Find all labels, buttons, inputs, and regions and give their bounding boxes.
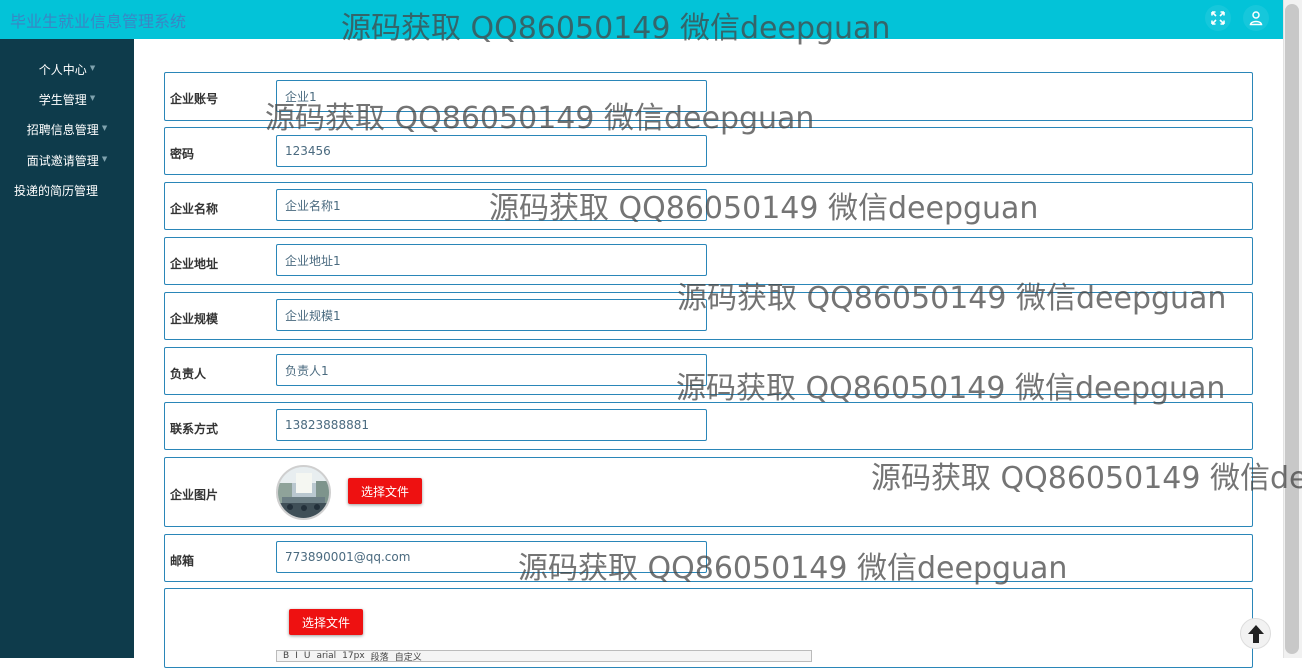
company-image-preview[interactable] bbox=[276, 465, 331, 520]
company-scale-input[interactable]: 企业规模1 bbox=[276, 299, 707, 331]
field-label: 联系方式 bbox=[170, 422, 219, 436]
form-row-company-image: 企业图片 选择文件 bbox=[164, 457, 1253, 527]
form-row-account: 企业账号 企业1 bbox=[164, 72, 1253, 121]
sidebar: 个人中心 ▼ 学生管理 ▼ 招聘信息管理 ▼ 面试邀请管理 ▼ 投递的简历管理 bbox=[0, 39, 134, 658]
caret-down-icon: ▼ bbox=[89, 63, 96, 72]
company-image-file-button[interactable]: 选择文件 bbox=[348, 478, 422, 504]
top-bar: 毕业生就业信息管理系统 bbox=[0, 0, 1283, 39]
caret-down-icon: ▼ bbox=[89, 93, 96, 102]
phone-input[interactable]: 13823888881 bbox=[276, 409, 707, 441]
editor-file-button[interactable]: 选择文件 bbox=[289, 609, 363, 635]
company-address-input[interactable]: 企业地址1 bbox=[276, 244, 707, 276]
underline-button[interactable]: U bbox=[304, 651, 311, 661]
sidebar-item-label: 投递的简历管理 bbox=[14, 183, 99, 198]
form-row-contact-person: 负责人 负责人1 bbox=[164, 347, 1253, 395]
form-row-company-name: 企业名称 企业名称1 bbox=[164, 182, 1253, 230]
field-label: 负责人 bbox=[170, 367, 207, 381]
back-to-top-button[interactable] bbox=[1240, 618, 1271, 649]
company-name-input[interactable]: 企业名称1 bbox=[276, 189, 707, 221]
fullscreen-button[interactable] bbox=[1205, 5, 1231, 31]
field-label: 企业地址 bbox=[170, 257, 219, 271]
caret-down-icon: ▼ bbox=[101, 154, 108, 163]
app-title: 毕业生就业信息管理系统 bbox=[10, 12, 187, 31]
office-photo-icon bbox=[278, 467, 329, 518]
form-row-phone: 联系方式 13823888881 bbox=[164, 402, 1253, 450]
contact-person-input[interactable]: 负责人1 bbox=[276, 354, 707, 386]
bold-button[interactable]: B bbox=[283, 651, 289, 661]
field-label: 企业名称 bbox=[170, 202, 219, 216]
custom-select[interactable]: 自定义 bbox=[395, 651, 422, 662]
sidebar-item-label: 个人中心 bbox=[38, 62, 87, 77]
sidebar-item-label: 学生管理 bbox=[38, 92, 87, 107]
field-label: 企业账号 bbox=[170, 92, 219, 106]
form-row-company-address: 企业地址 企业地址1 bbox=[164, 237, 1253, 285]
form-row-email: 邮箱 773890001@qq.com bbox=[164, 534, 1253, 582]
form-row-editor: 选择文件 B I U arial 17px 段落 自定义 bbox=[164, 588, 1253, 668]
font-family-select[interactable]: arial bbox=[316, 651, 336, 661]
arrow-up-icon bbox=[1247, 624, 1264, 643]
account-input[interactable]: 企业1 bbox=[276, 80, 707, 112]
field-label: 邮箱 bbox=[170, 554, 195, 568]
sidebar-item-label: 面试邀请管理 bbox=[26, 153, 99, 168]
sidebar-item-interview-invitations[interactable]: 面试邀请管理 ▼ bbox=[0, 146, 134, 174]
sidebar-item-student-management[interactable]: 学生管理 ▼ bbox=[0, 85, 134, 113]
user-icon bbox=[1249, 11, 1263, 26]
sidebar-item-resumes[interactable]: 投递的简历管理 bbox=[0, 176, 134, 204]
caret-down-icon: ▼ bbox=[101, 123, 108, 132]
email-input[interactable]: 773890001@qq.com bbox=[276, 541, 707, 573]
editor-toolbar: B I U arial 17px 段落 自定义 bbox=[276, 650, 812, 662]
field-label: 密码 bbox=[170, 147, 195, 161]
fullscreen-icon bbox=[1211, 11, 1225, 25]
form-row-company-scale: 企业规模 企业规模1 bbox=[164, 292, 1253, 340]
font-size-select[interactable]: 17px bbox=[342, 651, 365, 661]
form-row-password: 密码 123456 bbox=[164, 127, 1253, 175]
scrollbar-thumb[interactable] bbox=[1285, 4, 1299, 654]
paragraph-select[interactable]: 段落 bbox=[371, 651, 389, 662]
sidebar-item-job-postings[interactable]: 招聘信息管理 ▼ bbox=[0, 115, 134, 143]
italic-button[interactable]: I bbox=[295, 651, 298, 661]
sidebar-item-personal-center[interactable]: 个人中心 ▼ bbox=[0, 55, 134, 83]
sidebar-item-label: 招聘信息管理 bbox=[26, 122, 99, 137]
password-input[interactable]: 123456 bbox=[276, 135, 707, 167]
field-label: 企业图片 bbox=[170, 488, 219, 502]
user-button[interactable] bbox=[1243, 5, 1269, 31]
field-label: 企业规模 bbox=[170, 312, 219, 326]
